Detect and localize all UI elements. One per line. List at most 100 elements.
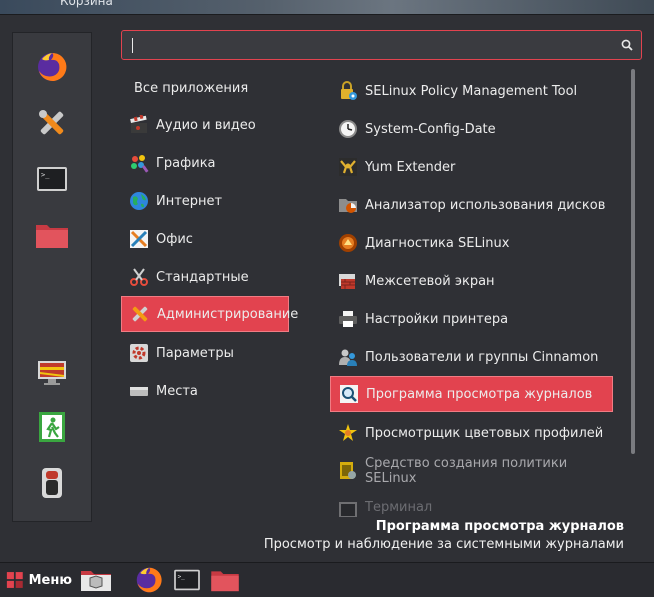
- clapper-icon: [129, 115, 149, 135]
- globe-icon: [129, 191, 149, 211]
- clock-icon: [338, 119, 358, 139]
- menu-button-label: Меню: [28, 572, 72, 588]
- printer-icon: [338, 309, 358, 329]
- app-label: System-Config-Date: [365, 121, 496, 137]
- category-label: Стандартные: [156, 269, 249, 285]
- scissors-icon: [129, 267, 149, 287]
- app-yum-extender[interactable]: Yum Extender: [330, 149, 613, 185]
- category-internet[interactable]: Интернет: [121, 183, 289, 219]
- lock-screen-icon: [38, 361, 66, 385]
- app-label: SELinux Policy Management Tool: [365, 83, 578, 99]
- settings-icon: [129, 343, 149, 363]
- app-label: Анализатор использования дисков: [365, 197, 606, 213]
- users-icon: [338, 347, 358, 367]
- disk-usage-icon: [338, 195, 358, 215]
- selinux-troubleshoot-icon: [338, 233, 358, 253]
- category-all-apps[interactable]: Все приложения: [121, 70, 289, 106]
- app-label: Настройки принтера: [365, 311, 509, 327]
- app-color-profile-viewer[interactable]: Просмотрщик цветовых профилей: [330, 415, 613, 451]
- favorite-shutdown[interactable]: [32, 463, 72, 503]
- app-label: Пользователи и группы Cinnamon: [365, 349, 599, 365]
- app-label: Средство создания политики SELinux: [365, 456, 568, 486]
- category-preferences[interactable]: Параметры: [121, 335, 289, 371]
- favorite-files[interactable]: [32, 215, 72, 255]
- selected-app-title: Программа просмотра журналов: [375, 519, 624, 534]
- terminal-icon: [338, 500, 358, 517]
- category-label: Графика: [156, 155, 216, 171]
- desktop-background: Корзина: [0, 0, 654, 14]
- app-disk-usage-analyzer[interactable]: Анализатор использования дисков: [330, 187, 613, 223]
- app-label: Программа просмотра журналов: [366, 386, 593, 402]
- drive-icon: [129, 381, 149, 401]
- firefox-icon: [38, 52, 67, 81]
- palette-icon: [129, 153, 149, 173]
- category-administration[interactable]: Администрирование: [121, 296, 298, 332]
- menu-button[interactable]: Меню: [0, 563, 72, 597]
- app-label: Yum Extender: [365, 159, 456, 175]
- taskbar-terminal[interactable]: >_: [170, 567, 204, 593]
- favorite-firefox[interactable]: [32, 47, 72, 87]
- terminal-icon: >_: [174, 569, 200, 591]
- app-terminal[interactable]: Терминал: [330, 491, 613, 517]
- log-viewer-icon: [339, 384, 359, 404]
- desktop-trash-label[interactable]: Корзина: [60, 0, 113, 8]
- app-label: Диагностика SELinux: [365, 235, 510, 251]
- category-label: Аудио и видео: [156, 117, 256, 133]
- app-label: Просмотрщик цветовых профилей: [365, 425, 604, 441]
- app-selinux-policy-generator[interactable]: Средство создания политики SELinux: [330, 453, 613, 489]
- category-label: Офис: [156, 231, 193, 247]
- menu-icon: [6, 572, 23, 588]
- lock-gear-icon: [338, 81, 358, 101]
- taskbar-files[interactable]: [208, 567, 242, 593]
- power-icon: [42, 468, 62, 498]
- app-printer-settings[interactable]: Настройки принтера: [330, 301, 613, 337]
- category-label: Все приложения: [134, 80, 249, 96]
- tools-icon: [130, 304, 150, 324]
- folder-icon: [211, 571, 239, 592]
- category-label: Администрирование: [157, 306, 299, 322]
- folder-icon: [36, 225, 68, 248]
- category-office[interactable]: Офис: [121, 221, 289, 257]
- scrollbar[interactable]: [631, 69, 635, 454]
- category-graphics[interactable]: Графика: [121, 145, 289, 181]
- tools-icon: [39, 110, 64, 135]
- text-cursor: [132, 38, 133, 53]
- category-label: Параметры: [156, 345, 234, 361]
- svg-text:>_: >_: [41, 171, 50, 179]
- firewall-icon: [338, 271, 358, 291]
- policy-generator-icon: [338, 461, 358, 481]
- category-accessories[interactable]: Стандартные: [121, 259, 289, 295]
- favorite-logout[interactable]: [32, 407, 72, 447]
- taskbar-firefox[interactable]: [132, 567, 166, 593]
- selected-app-description: Просмотр и наблюдение за системными журн…: [263, 537, 624, 552]
- favorites-sidebar: >_: [12, 32, 92, 522]
- search-input[interactable]: [121, 30, 642, 60]
- app-log-viewer[interactable]: Программа просмотра журналов: [330, 376, 613, 412]
- show-desktop-icon: [81, 571, 111, 591]
- category-audio-video[interactable]: Аудио и видео: [121, 107, 289, 143]
- yumex-icon: [338, 157, 358, 177]
- category-places[interactable]: Места: [121, 373, 289, 409]
- application-menu: >_ Все приложения Аудио и видео Графика …: [0, 14, 654, 563]
- svg-text:>_: >_: [178, 573, 186, 580]
- show-desktop-button[interactable]: [79, 567, 113, 593]
- app-firewall[interactable]: Межсетевой экран: [330, 263, 613, 299]
- taskbar: Меню >_: [0, 562, 654, 597]
- category-label: Интернет: [156, 193, 223, 209]
- favorite-terminal[interactable]: >_: [32, 159, 72, 199]
- app-selinux-policy-tool[interactable]: SELinux Policy Management Tool: [330, 73, 613, 109]
- exit-icon: [39, 412, 65, 442]
- app-system-config-date[interactable]: System-Config-Date: [330, 111, 613, 147]
- app-label: Межсетевой экран: [365, 273, 495, 289]
- category-label: Места: [156, 383, 198, 399]
- office-icon: [129, 229, 149, 249]
- favorite-system-settings[interactable]: [32, 103, 72, 143]
- app-selinux-troubleshooter[interactable]: Диагностика SELinux: [330, 225, 613, 261]
- firefox-icon: [136, 567, 162, 593]
- color-profile-icon: [338, 423, 358, 443]
- terminal-icon: >_: [37, 167, 67, 191]
- app-users-groups[interactable]: Пользователи и группы Cinnamon: [330, 339, 613, 375]
- favorite-lock-screen[interactable]: [32, 351, 72, 391]
- app-label: Терминал: [365, 500, 433, 515]
- search-icon[interactable]: [621, 39, 633, 51]
